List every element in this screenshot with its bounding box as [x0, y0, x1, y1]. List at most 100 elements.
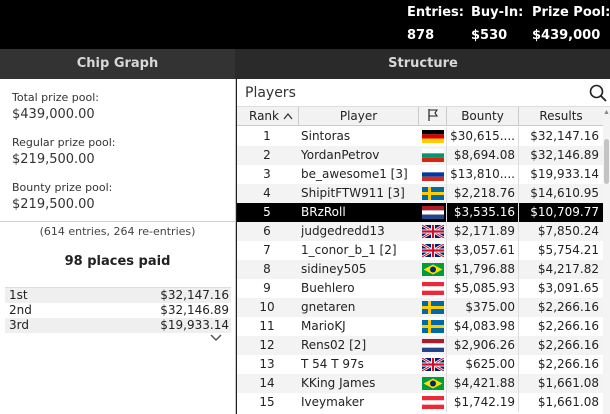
player-name: Sintoras: [301, 129, 351, 143]
player-bounty: $3,057.61: [453, 243, 515, 257]
player-name: judgedredd13: [301, 224, 385, 238]
player-rank: 5: [263, 205, 271, 219]
brazil-flag-icon: [422, 263, 444, 276]
entries-note: (614 entries, 264 re-entries): [39, 225, 196, 238]
player-row[interactable]: 15 Iveymaker $1,742.19 $1,661.08: [237, 393, 603, 412]
austria-flag-icon: [422, 396, 444, 409]
search-icon[interactable]: [589, 84, 607, 102]
player-name: Rens02 [2]: [301, 338, 367, 352]
player-bounty: $2,218.76: [453, 186, 515, 200]
total-prize-pool-label: Total prize pool:: [12, 91, 99, 104]
bounty-column-header[interactable]: Bounty: [447, 107, 519, 126]
player-row[interactable]: 13 T 54 T 97s $625.00 $2,266.16: [237, 355, 603, 374]
bounty-prize-pool-value: $219,500.00: [12, 197, 95, 212]
player-row[interactable]: 11 MarioKJ $4,083.98 $2,266.16: [237, 317, 603, 336]
player-bounty: $1,796.88: [453, 262, 515, 276]
player-results: $5,754.21: [537, 243, 599, 257]
player-row[interactable]: 9 Buehlero $5,085.93 $3,091.65: [237, 279, 603, 298]
payout-list[interactable]: 1st $32,147.16 2nd $32,146.89 3rd $19,93…: [5, 287, 231, 333]
player-name: Buehlero: [301, 281, 355, 295]
player-bounty: $2,906.26: [453, 338, 515, 352]
player-name: KKing James: [301, 376, 376, 390]
player-rank: 13: [259, 357, 275, 371]
player-results: $2,266.16: [537, 357, 599, 371]
player-name: YordanPetrov: [301, 148, 380, 162]
player-row[interactable]: 5 BRzRoll $3,535.16 $10,709.77: [237, 203, 603, 222]
player-row[interactable]: 3 be_awesome1 [3] $13,810.... $19,933.14: [237, 165, 603, 184]
player-row[interactable]: 10 gnetaren $375.00 $2,266.16: [237, 298, 603, 317]
player-row[interactable]: 2 YordanPetrov $8,694.08 $32,146.89: [237, 146, 603, 165]
player-rank: 7: [263, 243, 271, 257]
player-row[interactable]: 4 ShipitFTW911 [3] $2,218.76 $14,610.95: [237, 184, 603, 203]
player-rank: 3: [263, 167, 271, 181]
scroll-thumb[interactable]: [604, 139, 609, 184]
entries-value: 878: [407, 28, 435, 43]
player-row[interactable]: 8 sidiney505 $1,796.88 $4,217.82: [237, 260, 603, 279]
divider: [0, 221, 235, 222]
player-bounty: $5,085.93: [453, 281, 515, 295]
payout-place: 3rd: [9, 318, 29, 332]
player-row[interactable]: 7 1_conor_b_1 [2] $3,057.61 $5,754.21: [237, 241, 603, 260]
netherlands-flag-icon: [422, 206, 444, 219]
players-table-header: Rank Player Bounty Results: [237, 107, 603, 126]
payout-place: 1st: [9, 288, 28, 302]
sweden-flag-icon: [422, 187, 444, 200]
player-results: $1,661.08: [537, 376, 599, 390]
player-name: ShipitFTW911 [3]: [301, 186, 405, 200]
player-name: T 54 T 97s: [301, 357, 364, 371]
payout-amount: $19,933.14: [160, 318, 229, 332]
chevron-down-icon[interactable]: [210, 334, 222, 345]
player-name: gnetaren: [301, 300, 356, 314]
player-row[interactable]: 1 Sintoras $30,615.... $32,147.16: [237, 127, 603, 146]
player-results: $14,610.95: [530, 186, 599, 200]
flag-column-header[interactable]: [419, 107, 447, 126]
player-results: $2,266.16: [537, 338, 599, 352]
sweden-flag-icon: [422, 301, 444, 314]
netherlands-flag-icon: [422, 339, 444, 352]
uk-flag-icon: [422, 225, 444, 238]
player-results: $32,147.16: [530, 129, 599, 143]
results-column-header[interactable]: Results: [519, 107, 603, 126]
player-bounty: $1,742.19: [453, 395, 515, 409]
places-paid: 98 places paid: [64, 254, 171, 269]
player-rank: 2: [263, 148, 271, 162]
uk-flag-icon: [422, 358, 444, 371]
player-name: BRzRoll: [301, 205, 346, 219]
scroll-up-arrow-icon[interactable]: ▲: [603, 109, 610, 116]
rank-column-header[interactable]: Rank: [237, 107, 299, 126]
player-results: $7,850.24: [537, 224, 599, 238]
player-name: Iveymaker: [301, 395, 365, 409]
scrollbar[interactable]: ▲: [603, 107, 610, 414]
player-column-header[interactable]: Player: [299, 107, 419, 126]
player-rank: 1: [263, 129, 271, 143]
players-title: Players: [245, 85, 296, 101]
player-results: $2,266.16: [537, 300, 599, 314]
player-rank: 9: [263, 281, 271, 295]
player-bounty: $375.00: [465, 300, 515, 314]
austria-flag-icon: [422, 282, 444, 295]
flag-icon: [426, 109, 440, 123]
player-rank: 11: [259, 319, 275, 333]
player-rank: 6: [263, 224, 271, 238]
player-bounty: $625.00: [465, 357, 515, 371]
player-bounty: $4,083.98: [453, 319, 515, 333]
player-bounty: $3,535.16: [453, 205, 515, 219]
player-results: $32,146.89: [530, 148, 599, 162]
tab-bar: Chip Graph Structure: [0, 49, 610, 79]
tab-chip-graph[interactable]: Chip Graph: [0, 49, 235, 79]
player-rank: 8: [263, 262, 271, 276]
uk-flag-icon: [422, 244, 444, 257]
player-row[interactable]: 12 Rens02 [2] $2,906.26 $2,266.16: [237, 336, 603, 355]
player-row[interactable]: 14 KKing James $4,421.88 $1,661.08: [237, 374, 603, 393]
tab-structure[interactable]: Structure: [236, 49, 610, 79]
payout-row: 1st $32,147.16: [5, 288, 231, 303]
player-bounty: $4,421.88: [453, 376, 515, 390]
payout-row: 3rd $19,933.14: [5, 318, 231, 333]
player-row[interactable]: 6 judgedredd13 $2,171.89 $7,850.24: [237, 222, 603, 241]
sweden-flag-icon: [422, 320, 444, 333]
player-name: 1_conor_b_1 [2]: [301, 243, 397, 257]
player-bounty: $8,694.08: [453, 148, 515, 162]
bulgaria-flag-icon: [422, 149, 444, 162]
regular-prize-pool: Regular prize pool: $219,500.00: [12, 136, 116, 167]
player-results: $10,709.77: [530, 205, 599, 219]
